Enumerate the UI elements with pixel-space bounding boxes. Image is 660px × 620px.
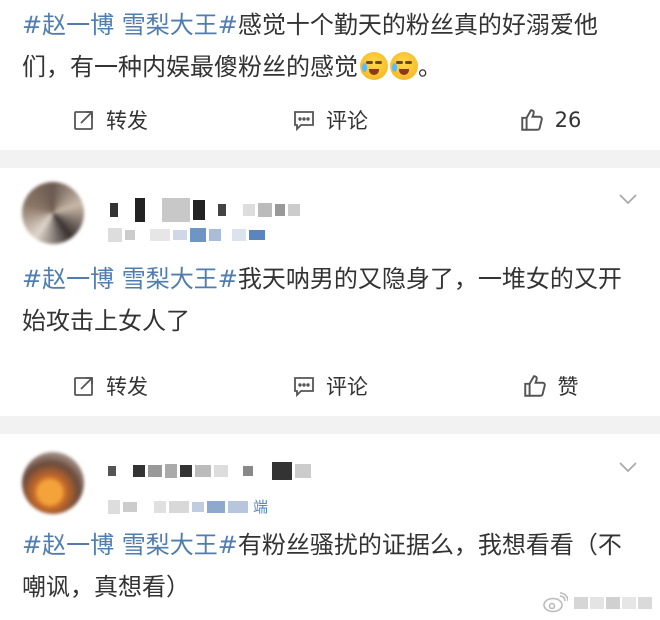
repost-icon	[74, 377, 93, 396]
action-bar: 转发 评论 26	[0, 90, 660, 150]
more-menu-button[interactable]	[618, 458, 638, 477]
comment-icon	[294, 377, 314, 398]
like-label: 赞	[557, 375, 579, 399]
post-3: 端 #赵一博 雪梨大王#有粉丝骚扰的证据么，我想看看（不嘲讽，真想看）	[0, 434, 660, 620]
post-2: #赵一博 雪梨大王#我天呐男的又隐身了，一堆女的又开始攻击上女人了 转发 评论 …	[0, 168, 660, 416]
comment-icon	[294, 111, 314, 132]
more-menu-button[interactable]	[618, 190, 638, 209]
topic-link[interactable]: #赵一博 雪梨大王#	[22, 531, 238, 559]
timestamp-blurred	[108, 228, 265, 242]
crying-laugh-emoji-icon	[390, 52, 418, 80]
chevron-down-icon	[619, 194, 637, 205]
weibo-watermark	[542, 592, 652, 614]
chevron-down-icon	[619, 462, 637, 473]
repost-label: 转发	[106, 109, 148, 133]
source-label: 端	[253, 498, 269, 516]
topic-link[interactable]: #赵一博 雪梨大王#	[22, 265, 238, 293]
post-1-content: #赵一博 雪梨大王#感觉十个勤天的粉丝真的好溺爱他们，有一种内娱最傻粉丝的感觉。	[0, 0, 660, 88]
repost-button[interactable]: 转发	[0, 105, 220, 135]
like-count: 26	[554, 108, 582, 132]
weibo-logo-icon	[543, 592, 568, 613]
username-blurred	[108, 462, 311, 480]
avatar[interactable]	[22, 182, 84, 244]
username-blurred	[110, 198, 300, 222]
avatar[interactable]	[22, 452, 84, 514]
like-button[interactable]: 26	[440, 107, 660, 133]
post-header	[0, 168, 660, 258]
timestamp-blurred: 端	[108, 496, 268, 517]
post-header: 端	[0, 434, 660, 524]
post-2-content: #赵一博 雪梨大王#我天呐男的又隐身了，一堆女的又开始攻击上女人了	[0, 258, 660, 342]
comment-label: 评论	[326, 375, 368, 399]
post-text-tail: 。	[418, 53, 442, 81]
crying-laugh-emoji-icon	[360, 52, 388, 80]
comment-label: 评论	[326, 109, 368, 133]
repost-button[interactable]: 转发	[0, 371, 220, 401]
divider	[0, 150, 660, 168]
like-icon	[523, 375, 546, 397]
topic-link[interactable]: #赵一博 雪梨大王#	[22, 11, 238, 39]
post-1: #赵一博 雪梨大王#感觉十个勤天的粉丝真的好溺爱他们，有一种内娱最傻粉丝的感觉。…	[0, 0, 660, 150]
repost-icon	[74, 111, 93, 130]
like-button[interactable]: 赞	[440, 371, 660, 401]
action-bar: 转发 评论 赞	[0, 356, 660, 416]
repost-label: 转发	[106, 375, 148, 399]
comment-button[interactable]: 评论	[220, 105, 440, 135]
comment-button[interactable]: 评论	[220, 371, 440, 401]
divider	[0, 416, 660, 434]
like-icon	[520, 109, 543, 131]
